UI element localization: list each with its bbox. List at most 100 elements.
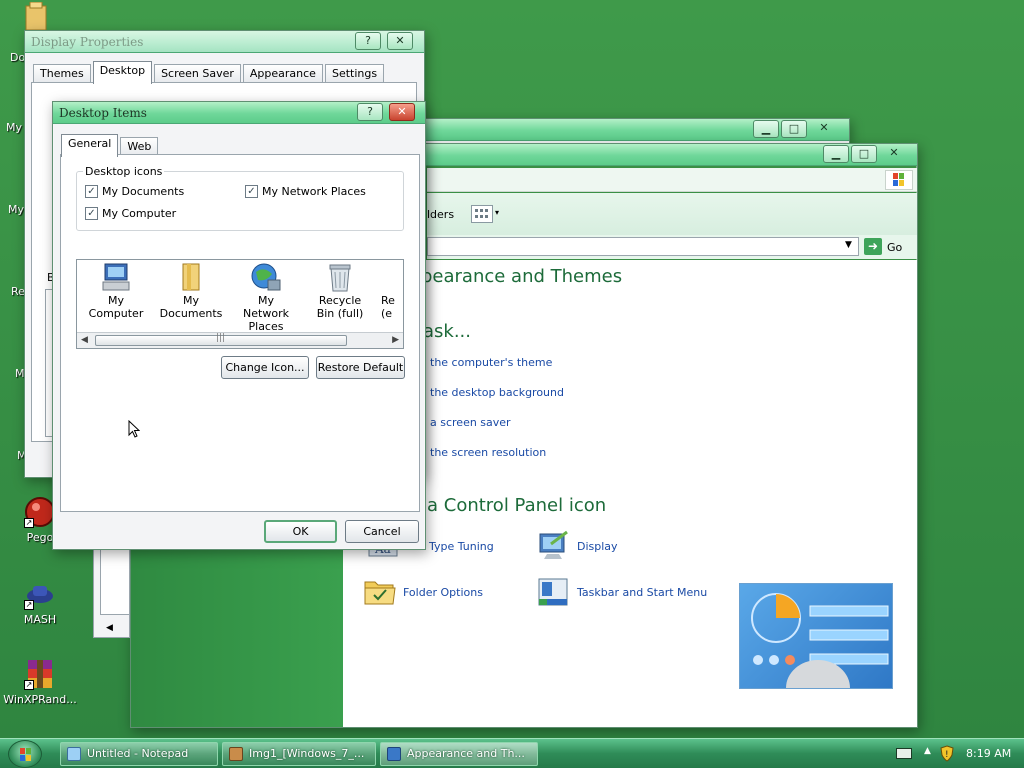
maximize-button[interactable]: □ <box>851 145 877 163</box>
desktop-label-clipped[interactable]: My <box>8 203 24 216</box>
show-hidden-icons-icon[interactable]: ▲ <box>924 746 931 756</box>
tab-appearance[interactable]: Appearance <box>242 64 323 84</box>
checkbox-my-computer[interactable]: ✓ My Computer <box>85 207 176 220</box>
titlebar[interactable]: Desktop Items ? ✕ <box>53 102 425 124</box>
desktop-icon-winxprand[interactable]: ↗ WinXPRand... <box>2 658 78 706</box>
list-box[interactable] <box>100 547 130 615</box>
tab-panel: Desktop icons ✓ My Documents ✓ My Networ… <box>60 154 420 512</box>
views-icon[interactable] <box>471 205 493 223</box>
go-button[interactable]: Go <box>887 241 902 254</box>
checkbox-my-documents[interactable]: ✓ My Documents <box>85 185 184 198</box>
network-places-icon <box>250 262 282 292</box>
clock[interactable]: 8:19 AM <box>966 747 1011 760</box>
list-item-recycle-bin[interactable]: Recycle Bin (full) <box>305 262 375 320</box>
desktop-icon-label: WinXPRand... <box>3 693 77 706</box>
checkbox-label: My Computer <box>102 207 177 220</box>
desktop-items-dialog[interactable]: Desktop Items ? ✕ General Web Desktop ic… <box>52 101 426 550</box>
task-link-theme[interactable]: the computer's theme <box>430 356 552 369</box>
task-link-screensaver[interactable]: a screen saver <box>430 416 511 429</box>
close-button[interactable]: ✕ <box>811 120 837 138</box>
chevron-down-icon[interactable]: ▾ <box>495 208 499 217</box>
pick-task-title: ask... <box>423 321 471 342</box>
horizontal-scrollbar[interactable]: ◀ ||| ▶ <box>77 332 403 348</box>
list-item-label: Recycle Bin (full) <box>316 294 364 320</box>
category-title: pearance and Themes <box>421 266 623 287</box>
change-icon-button[interactable]: Change Icon... <box>221 356 309 379</box>
taskbar-button-img1[interactable]: Img1_[Windows_7_... <box>222 742 376 766</box>
recycle-bin-icon <box>324 262 356 292</box>
go-arrow-icon[interactable]: ➜ <box>864 238 882 255</box>
tab-screen-saver[interactable]: Screen Saver <box>154 64 241 84</box>
address-bar: ▼ ➜ Go <box>427 235 917 259</box>
security-shield-icon[interactable]: ! <box>940 745 954 762</box>
list-item-label: My Computer <box>88 294 144 320</box>
minimize-button[interactable]: ▁ <box>753 120 779 138</box>
help-button[interactable]: ? <box>357 103 383 121</box>
display-icon[interactable] <box>537 530 571 562</box>
tab-desktop[interactable]: Desktop <box>92 61 153 84</box>
folder-options-icon[interactable] <box>363 576 397 608</box>
folder-icon[interactable] <box>24 1 50 31</box>
hidden-window-fragment[interactable]: M ◀ <box>93 546 130 638</box>
keyboard-icon[interactable] <box>896 748 912 759</box>
list-item-partial[interactable]: Re (e <box>381 294 403 320</box>
close-button[interactable]: ✕ <box>881 145 907 163</box>
restore-default-button[interactable]: Restore Default <box>316 356 405 379</box>
taskbar-button-label: Untitled - Notepad <box>87 747 189 760</box>
checkbox-icon[interactable]: ✓ <box>85 207 98 220</box>
svg-text:!: ! <box>945 750 949 760</box>
task-link-resolution[interactable]: the screen resolution <box>430 446 546 459</box>
scroll-left-icon[interactable]: ◀ <box>106 623 113 633</box>
chevron-down-icon[interactable]: ▼ <box>845 240 852 250</box>
task-pane <box>131 544 343 727</box>
paint-icon <box>229 747 243 761</box>
shortcut-arrow-icon: ↗ <box>24 600 34 610</box>
scroll-left-icon[interactable]: ◀ <box>81 335 88 345</box>
taskbar-button-label: Appearance and Th... <box>407 747 525 760</box>
start-button[interactable] <box>8 740 42 768</box>
cleartype-tuning-link[interactable]: Type Tuning <box>429 540 494 553</box>
minimize-button[interactable]: ▁ <box>823 145 849 163</box>
maximize-button[interactable]: □ <box>781 120 807 138</box>
tab-themes[interactable]: Themes <box>33 64 91 84</box>
window-title: Display Properties <box>31 35 144 49</box>
taskbar-button-notepad[interactable]: Untitled - Notepad <box>60 742 218 766</box>
folders-button[interactable]: lders <box>427 208 454 221</box>
taskbar-start-menu-link[interactable]: Taskbar and Start Menu <box>577 586 707 599</box>
desktop-label-clipped[interactable]: Re <box>11 285 25 298</box>
checkbox-my-network-places[interactable]: ✓ My Network Places <box>245 185 366 198</box>
desktop-label-clipped[interactable]: My <box>6 121 22 134</box>
taskbar-start-menu-icon[interactable] <box>537 576 571 608</box>
scroll-thumb[interactable]: ||| <box>95 333 347 346</box>
checkbox-icon[interactable]: ✓ <box>85 185 98 198</box>
desktop-icon-mash[interactable]: ↗ MASH <box>2 578 78 626</box>
icon-list-view[interactable]: My Computer My Documents My Network Plac… <box>76 259 404 349</box>
cancel-button[interactable]: Cancel <box>345 520 419 543</box>
task-link-background[interactable]: the desktop background <box>430 386 564 399</box>
list-item-label: My Network Places <box>243 294 289 333</box>
list-item-my-network-places[interactable]: My Network Places <box>231 262 301 333</box>
titlebar[interactable]: Display Properties ? ✕ <box>25 31 424 53</box>
tab-settings[interactable]: Settings <box>324 64 385 84</box>
grip-icon: ||| <box>216 333 226 343</box>
windows-logo-icon <box>885 170 913 190</box>
ok-button[interactable]: OK <box>264 520 337 543</box>
display-link[interactable]: Display <box>577 540 618 553</box>
checkbox-icon[interactable]: ✓ <box>245 185 258 198</box>
list-item-my-documents[interactable]: My Documents <box>153 262 229 320</box>
close-button[interactable]: ✕ <box>387 32 413 50</box>
desktop-label-clipped[interactable]: Do <box>10 51 25 64</box>
taskbar-button-label: Img1_[Windows_7_... <box>249 747 365 760</box>
dialog-title: Desktop Items <box>59 106 147 120</box>
folder-options-link[interactable]: Folder Options <box>403 586 483 599</box>
notepad-icon <box>67 747 81 761</box>
tab-general[interactable]: General <box>61 134 119 157</box>
close-button[interactable]: ✕ <box>389 103 415 121</box>
taskbar-button-appearance[interactable]: Appearance and Th... <box>380 742 538 766</box>
help-button[interactable]: ? <box>355 32 381 50</box>
list-item-my-computer[interactable]: My Computer <box>81 262 151 320</box>
list-item-label: My Documents <box>159 294 223 320</box>
address-input[interactable] <box>427 237 859 256</box>
scroll-right-icon[interactable]: ▶ <box>392 335 399 345</box>
pick-icon-title: a Control Panel icon <box>427 495 607 516</box>
